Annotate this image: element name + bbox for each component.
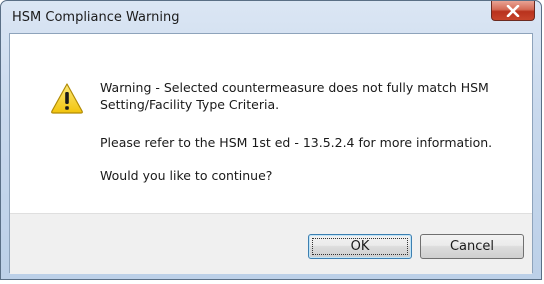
- cancel-button[interactable]: Cancel: [420, 234, 524, 259]
- warning-message: Warning - Selected countermeasure does n…: [100, 80, 489, 112]
- close-button[interactable]: [491, 1, 535, 21]
- reference-message: Please refer to the HSM 1st ed - 13.5.2.…: [100, 135, 493, 150]
- dialog-body: Warning - Selected countermeasure does n…: [9, 33, 533, 274]
- title-bar[interactable]: HSM Compliance Warning: [1, 1, 541, 33]
- cancel-button-label: Cancel: [449, 239, 495, 254]
- dialog-window: HSM Compliance Warning Warning - Selecte…: [0, 0, 542, 280]
- ok-button[interactable]: OK: [308, 234, 412, 259]
- warning-icon: [50, 82, 84, 114]
- message-area: Warning - Selected countermeasure does n…: [10, 34, 532, 213]
- close-icon: [506, 4, 520, 17]
- button-bar: OK Cancel: [10, 213, 532, 274]
- ok-button-label: OK: [350, 239, 370, 254]
- continue-question: Would you like to continue?: [100, 168, 273, 183]
- window-title: HSM Compliance Warning: [12, 10, 180, 25]
